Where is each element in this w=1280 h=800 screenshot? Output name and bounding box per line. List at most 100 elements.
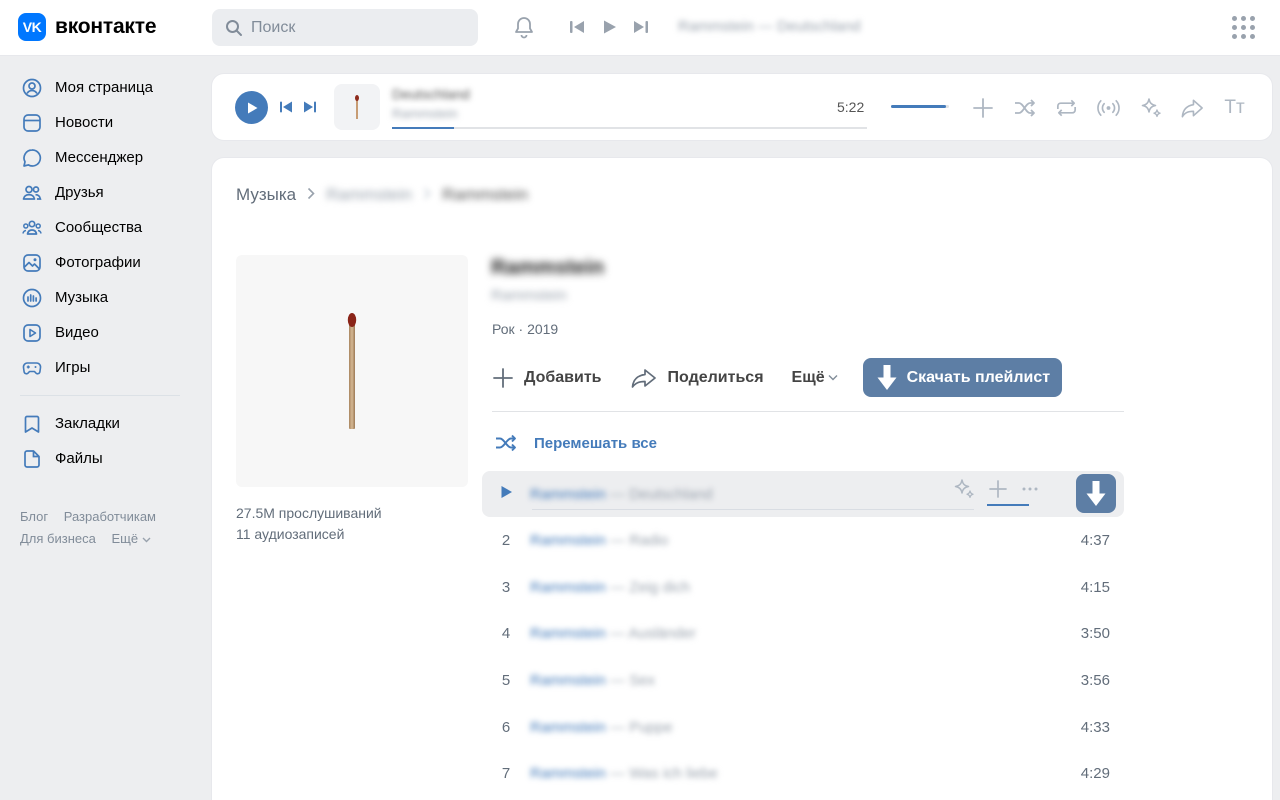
add-icon[interactable] <box>970 95 995 120</box>
sidebar-item-label: Игры <box>55 359 90 376</box>
sidebar-item-files[interactable]: Файлы <box>0 441 200 476</box>
shuffle-all-label: Перемешать все <box>534 435 657 452</box>
track-download-button[interactable] <box>1076 474 1116 513</box>
sidebar-item-my-page[interactable]: Моя страница <box>0 70 200 105</box>
track-name[interactable]: Rammstein — Ausländer <box>530 625 696 642</box>
footer-link-blog[interactable]: Блог <box>20 509 48 524</box>
download-arrow-icon <box>1085 480 1107 508</box>
vk-logo[interactable]: VK вконтакте <box>18 13 156 41</box>
sidebar-item-label: Фотографии <box>55 254 141 271</box>
apps-grid-icon[interactable] <box>1232 16 1255 39</box>
track-name[interactable]: Rammstein — Radio <box>530 532 668 549</box>
broadcast-icon[interactable] <box>1096 95 1121 120</box>
sidebar-item-communities[interactable]: Сообщества <box>0 210 200 245</box>
play-icon[interactable] <box>600 18 618 36</box>
search-box[interactable] <box>212 9 478 46</box>
prev-icon[interactable] <box>568 18 586 36</box>
track-duration: 3:50 <box>1081 625 1110 642</box>
track-row[interactable]: 7 Rammstein — Was ich liebe 4:29 <box>482 750 1124 797</box>
track-name[interactable]: Rammstein — Deutschland <box>530 486 713 503</box>
sidebar-item-messenger[interactable]: Мессенджер <box>0 140 200 175</box>
notifications-button[interactable] <box>512 15 536 43</box>
player-track-title[interactable]: Deutschland <box>392 86 470 102</box>
prev-icon[interactable] <box>279 100 293 114</box>
sparkle-icon[interactable] <box>1138 95 1163 120</box>
breadcrumb: Музыка Rammstein Rammstein <box>236 185 528 205</box>
track-title: Zeig dich <box>629 579 690 596</box>
track-row[interactable]: 2 Rammstein — Radio 4:37 <box>482 517 1124 564</box>
header-now-playing[interactable]: Rammstein — Deutschland <box>678 18 861 35</box>
track-duration: 4:37 <box>1081 532 1110 549</box>
sidebar-item-games[interactable]: Игры <box>0 350 200 385</box>
share-button[interactable]: Поделиться <box>630 367 764 389</box>
sidebar-item-video[interactable]: Видео <box>0 315 200 350</box>
more-button-label: Ещё <box>792 369 825 387</box>
footer-link-business[interactable]: Для бизнеса <box>20 531 96 546</box>
message-icon <box>21 147 43 169</box>
track-name[interactable]: Rammstein — Was ich liebe <box>530 765 718 782</box>
share-icon <box>630 367 658 389</box>
player-volume-fill <box>891 105 946 108</box>
album-artist[interactable]: Rammstein <box>491 287 567 304</box>
chevron-down-icon <box>828 374 838 381</box>
next-icon[interactable] <box>632 18 650 36</box>
footer-link-developers[interactable]: Разработчикам <box>64 509 156 524</box>
sidebar-item-label: Видео <box>55 324 99 341</box>
sparkle-icon[interactable] <box>952 477 976 501</box>
track-row-actions <box>952 477 1040 501</box>
footer-link-more[interactable]: Ещё <box>111 531 151 546</box>
track-row[interactable]: 5 Rammstein — Sex 3:56 <box>482 657 1124 704</box>
sidebar-item-bookmarks[interactable]: Закладки <box>0 406 200 441</box>
track-row[interactable]: 3 Rammstein — Zeig dich 4:15 <box>482 564 1124 611</box>
next-icon[interactable] <box>303 100 317 114</box>
repeat-icon[interactable] <box>1054 95 1079 120</box>
more-button[interactable]: Ещё <box>792 369 838 387</box>
match-icon <box>353 94 361 120</box>
track-name[interactable]: Rammstein — Sex <box>530 672 655 689</box>
sidebar-item-friends[interactable]: Друзья <box>0 175 200 210</box>
track-number: 4 <box>482 625 530 642</box>
video-icon <box>21 322 43 344</box>
add-icon[interactable] <box>988 479 1008 499</box>
album-cover-image <box>236 255 468 487</box>
breadcrumb-music[interactable]: Музыка <box>236 185 296 205</box>
text-size-icon[interactable]: Тт <box>1222 95 1247 120</box>
track-number: 5 <box>482 672 530 689</box>
shuffle-all-button[interactable]: Перемешать все <box>494 434 657 452</box>
search-input[interactable] <box>251 19 451 37</box>
sidebar-item-photos[interactable]: Фотографии <box>0 245 200 280</box>
track-row[interactable]: Rammstein — Deutschland <box>482 471 1124 517</box>
download-playlist-label: Скачать плейлист <box>907 369 1050 387</box>
track-artist: Rammstein <box>530 625 606 642</box>
track-row[interactable]: 4 Rammstein — Ausländer 3:50 <box>482 610 1124 657</box>
player-play-button[interactable] <box>235 91 268 124</box>
track-artist: Rammstein <box>530 579 606 596</box>
player-time: 5:22 <box>837 99 864 115</box>
more-dots-icon[interactable] <box>1020 479 1040 499</box>
track-play-button[interactable] <box>482 485 530 503</box>
share-icon[interactable] <box>1180 95 1205 120</box>
player-progress-bar[interactable] <box>392 127 867 129</box>
track-name[interactable]: Rammstein — Puppe <box>530 719 673 736</box>
sidebar-item-music[interactable]: Музыка <box>0 280 200 315</box>
player-track-artist[interactable]: Rammstein <box>392 106 458 121</box>
news-icon <box>21 112 43 134</box>
footer-more-label: Ещё <box>111 531 138 546</box>
shuffle-icon[interactable] <box>1012 95 1037 120</box>
track-title: Deutschland <box>629 486 712 503</box>
breadcrumb-artist[interactable]: Rammstein <box>326 185 412 205</box>
track-name[interactable]: Rammstein — Zeig dich <box>530 579 690 596</box>
sidebar-item-news[interactable]: Новости <box>0 105 200 140</box>
search-icon <box>225 19 243 37</box>
vk-logo-mark: VK <box>18 13 46 41</box>
track-row[interactable]: 6 Rammstein — Puppe 4:33 <box>482 704 1124 751</box>
match-icon <box>344 311 360 431</box>
download-playlist-button[interactable]: Скачать плейлист <box>863 358 1062 397</box>
album-track-count: 11 аудиозаписей <box>236 524 382 545</box>
track-artist: Rammstein <box>530 719 606 736</box>
sidebar-item-label: Мессенджер <box>55 149 143 166</box>
player-volume-slider[interactable] <box>891 105 949 108</box>
sidebar-footer-links: Блог Разработчикам Для бизнеса Ещё <box>20 506 195 550</box>
games-icon <box>21 357 43 379</box>
add-button[interactable]: Добавить <box>492 367 602 389</box>
